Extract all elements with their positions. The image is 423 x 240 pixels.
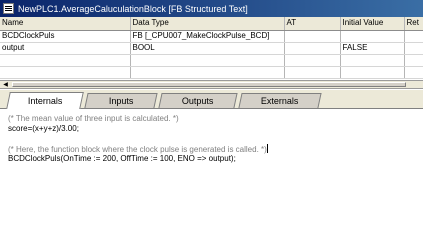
variable-initial-cell[interactable] (340, 30, 405, 43)
tab-outputs[interactable]: Outputs (158, 93, 238, 108)
tab-internals[interactable]: Internals (6, 92, 84, 109)
variable-type-cell[interactable]: FB [_CPU007_MakeClockPulse_BCD] (130, 30, 285, 43)
variable-tab-bar: Internals Inputs Outputs Externals (0, 90, 423, 109)
table-row[interactable]: BCDClockPuls FB [_CPU007_MakeClockPulse_… (0, 30, 423, 43)
window-title: NewPLC1.AverageCaluculationBlock [FB Str… (18, 3, 248, 14)
code-line[interactable]: BCDClockPuls(OnTime := 200, OffTime := 1… (8, 154, 415, 164)
code-line[interactable] (8, 134, 415, 144)
variable-name-cell[interactable]: output (0, 42, 131, 55)
scroll-left-icon[interactable]: ◀ (1, 81, 10, 88)
variable-at-cell[interactable] (284, 42, 341, 55)
table-row-empty[interactable] (0, 66, 423, 80)
column-header-retain[interactable]: Ret (404, 17, 423, 31)
code-line[interactable]: score=(x+y+z)/3.00; (8, 124, 415, 134)
column-header-data-type[interactable]: Data Type (130, 17, 285, 31)
column-header-name[interactable]: Name (0, 17, 131, 31)
column-header-at[interactable]: AT (284, 17, 341, 31)
window-titlebar: NewPLC1.AverageCaluculationBlock [FB Str… (0, 0, 423, 17)
code-line[interactable]: (* The mean value of three input is calc… (8, 114, 415, 124)
variable-table-header: Name Data Type AT Initial Value Ret (0, 17, 423, 31)
text-caret (266, 144, 268, 153)
variable-retain-cell[interactable] (404, 42, 423, 55)
variable-name-cell[interactable]: BCDClockPuls (0, 30, 131, 43)
table-row-empty[interactable] (0, 54, 423, 67)
variable-table: Name Data Type AT Initial Value Ret BCDC… (0, 17, 423, 80)
tab-externals[interactable]: Externals (238, 93, 322, 108)
scrollbar-thumb[interactable] (12, 82, 406, 87)
table-row[interactable]: output BOOL FALSE (0, 42, 423, 55)
variable-at-cell[interactable] (284, 30, 341, 43)
editor-window-icon (3, 3, 14, 14)
variable-retain-cell[interactable] (404, 30, 423, 43)
horizontal-scrollbar[interactable]: ◀ (0, 80, 423, 89)
code-line[interactable]: (* Here, the function block where the cl… (8, 144, 415, 154)
tab-inputs[interactable]: Inputs (84, 93, 158, 108)
variable-type-cell[interactable]: BOOL (130, 42, 285, 55)
structured-text-editor[interactable]: (* The mean value of three input is calc… (0, 110, 423, 240)
variable-initial-cell[interactable]: FALSE (340, 42, 405, 55)
column-header-initial-value[interactable]: Initial Value (340, 17, 405, 31)
